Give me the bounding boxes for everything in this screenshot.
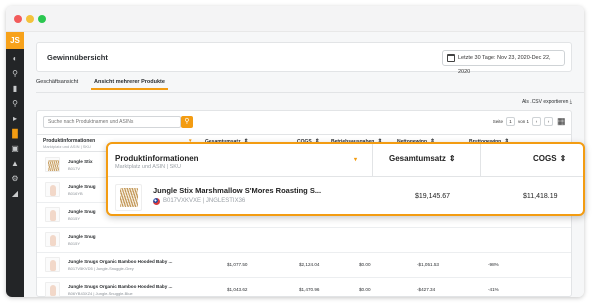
callout-header: Produktinformationen Marktplatz und ASIN…: [108, 144, 583, 177]
callout-product-subheader: Marktplatz und ASIN | SKU: [115, 164, 181, 170]
graduation-cap-icon[interactable]: ▲: [10, 159, 20, 169]
monitor-icon[interactable]: ▣: [10, 144, 20, 154]
callout-revenue-header[interactable]: Gesamtumsatz ⇕: [389, 154, 456, 163]
tabs-divider: [36, 92, 584, 93]
app-logo[interactable]: JS: [6, 32, 24, 49]
product-title: Jungle Snugs Organic Bamboo Hooded Baby …: [68, 259, 173, 264]
product-thumbnail: [45, 257, 60, 272]
column-divider: [480, 144, 481, 176]
date-range-picker[interactable]: Letzte 30 Tage: Nov 23, 2020-Dec 22, 202…: [442, 50, 565, 75]
product-image: [50, 285, 56, 296]
product-image: [50, 210, 56, 221]
product-title: Jungle Stix: [68, 159, 93, 164]
callout-revenue-label: Gesamtumsatz: [389, 154, 446, 163]
product-image: [50, 185, 56, 196]
next-page-button[interactable]: ›: [544, 117, 553, 126]
table-row[interactable]: Jungle Snugs Organic Bamboo Hooded Baby …: [37, 253, 571, 278]
product-asin: B017V: [68, 166, 81, 171]
column-divider: [372, 144, 373, 176]
maximize-window-button[interactable]: [38, 15, 46, 23]
product-thumbnail: [45, 157, 60, 172]
callout-cogs-label: COGS: [533, 154, 557, 163]
product-title: Jungle Snugs Organic Bamboo Hooded Baby …: [68, 284, 173, 289]
tab-business-view[interactable]: Geschäftsansicht: [36, 79, 78, 85]
product-image: [50, 260, 56, 271]
download-icon: ⤓: [569, 99, 572, 105]
product-title: Jungle Snug: [68, 234, 96, 239]
revenue-cell: $1,077.50: [227, 262, 248, 267]
window-titlebar: [6, 6, 584, 32]
callout-revenue-value: $19,145.67: [415, 193, 451, 200]
gear-icon[interactable]: ⚙: [10, 174, 20, 184]
product-thumbnail: [45, 207, 60, 222]
date-range-label: Letzte 30 Tage: Nov 23, 2020-Dec 22, 202…: [458, 55, 551, 75]
sort-icon: ⇕: [448, 154, 456, 163]
export-csv-label: Als .CSV exportieren: [521, 99, 569, 105]
minimize-window-button[interactable]: [26, 15, 34, 23]
sidebar: JS ◐ ⚲ ▮ ⚲ ▸ █ ▣ ▲ ⚙ ◢: [6, 32, 24, 297]
callout-product-header: Produktinformationen: [115, 154, 199, 163]
sort-icon: ⇕: [559, 154, 567, 163]
tab-multi-product-view[interactable]: Ansicht mehrerer Produkte: [91, 79, 168, 90]
callout-cogs-value: $11,418.19: [523, 193, 558, 200]
product-thumbnail: [45, 182, 60, 197]
callout-product-thumbnail: [115, 184, 142, 211]
us-flag-icon: [153, 198, 160, 205]
callout-product-asin: B017VXKVXE | JNGLESTIX36: [163, 198, 246, 204]
net-profit-cell: -$1,051.53: [417, 262, 439, 267]
camera-icon[interactable]: ◐: [10, 54, 20, 64]
calendar-icon: [447, 54, 455, 62]
analytics-icon[interactable]: █: [10, 129, 20, 139]
table-row[interactable]: Jungle Snug B015Y: [37, 228, 571, 253]
product-image: [120, 188, 138, 207]
column-subheader-product: Marktplatz und ASIN | SKU: [43, 144, 91, 149]
page-of-label: von 1: [517, 119, 529, 124]
product-asin: B06YB43XZ4 | Jungle-Snuggle-Blue: [68, 291, 133, 296]
export-csv-button[interactable]: Als .CSV exportieren ⤓: [522, 99, 572, 105]
key-icon[interactable]: ⚲: [10, 99, 20, 109]
search-button[interactable]: ⚲: [181, 116, 193, 128]
prev-page-button[interactable]: ‹: [532, 117, 541, 126]
gross-margin-cell: -98%: [488, 262, 499, 267]
search-icon[interactable]: ⚲: [10, 69, 20, 79]
product-asin: B015Y: [68, 216, 81, 221]
revenue-cell: $1,043.62: [227, 287, 248, 292]
sort-arrow-icon[interactable]: ▾: [354, 156, 357, 163]
cogs-cell: $2,124.04: [299, 262, 320, 267]
product-asin: B017V5KVD5 | Jungle-Snuggle-Grey: [68, 266, 134, 271]
book-icon[interactable]: ▮: [10, 84, 20, 94]
product-asin: B015Y: [68, 241, 81, 246]
expenses-cell: $0.00: [359, 262, 371, 267]
product-thumbnail: [45, 232, 60, 247]
search-icon: ⚲: [184, 118, 190, 125]
cart-icon[interactable]: ◢: [10, 189, 20, 199]
product-thumbnail: [45, 282, 60, 297]
column-settings-icon[interactable]: ▦: [557, 116, 567, 126]
megaphone-icon[interactable]: ▸: [10, 114, 20, 124]
cogs-cell: $1,470.96: [299, 287, 320, 292]
gross-margin-cell: -41%: [488, 287, 499, 292]
page-number-input[interactable]: 1: [505, 117, 515, 126]
callout-product-title: Jungle Stix Marshmallow S'Mores Roasting…: [153, 186, 322, 195]
close-window-button[interactable]: [14, 15, 22, 23]
product-title: Jungle Snug: [68, 184, 96, 189]
product-image: [50, 235, 56, 246]
zoomed-product-row-callout: Produktinformationen Marktplatz und ASIN…: [106, 142, 585, 216]
pagination: Seite 1 von 1 ‹ ›: [493, 117, 553, 126]
product-title: Jungle Snug: [68, 209, 96, 214]
search-input[interactable]: [43, 116, 181, 128]
expenses-cell: $0.00: [359, 287, 371, 292]
table-row[interactable]: Jungle Snugs Organic Bamboo Hooded Baby …: [37, 278, 571, 297]
product-asin: B016YB: [68, 191, 83, 196]
net-profit-cell: -$427.34: [417, 287, 436, 292]
product-image: [48, 160, 59, 171]
page-title: Gewinnübersicht: [47, 53, 108, 62]
page-label: Seite: [492, 119, 503, 124]
header-card: Gewinnübersicht Letzte 30 Tage: Nov 23, …: [36, 42, 572, 75]
callout-cogs-header[interactable]: COGS ⇕: [533, 154, 566, 163]
